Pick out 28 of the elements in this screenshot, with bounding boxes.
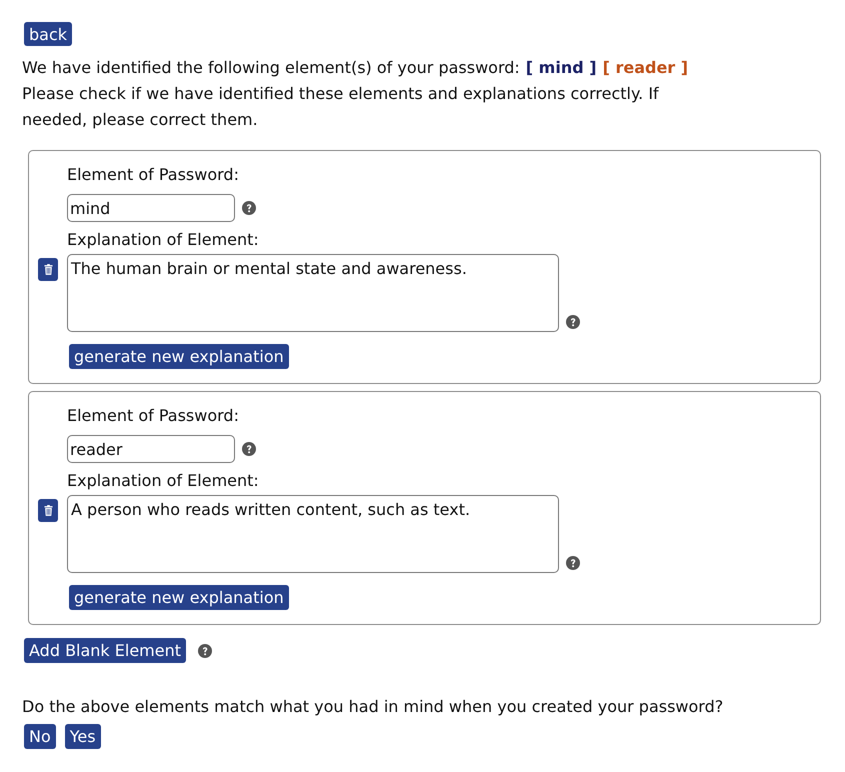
delete-button[interactable]	[38, 258, 58, 281]
explanation-textarea[interactable]: A person who reads written content, such as text.	[67, 495, 559, 573]
instructions-text: Please check if we have identified these elements and explanations correctly. If needed, please correct them.	[22, 83, 660, 131]
trash-icon	[44, 264, 52, 275]
element-label: Element of Password:	[67, 164, 240, 186]
question-text: Do the above elements match what you had in mind when you created your password?	[22, 696, 724, 718]
explanation-label: Explanation of Element:	[67, 470, 260, 492]
element-input[interactable]: reader	[67, 435, 235, 463]
answer-button[interactable]: No	[24, 724, 56, 749]
help-icon[interactable]	[198, 644, 212, 658]
trash-icon	[44, 505, 52, 516]
back-button[interactable]: back	[24, 22, 72, 46]
explanation-label: Explanation of Element:	[67, 229, 260, 251]
help-icon[interactable]	[566, 315, 580, 329]
generate-button[interactable]: generate new explanation	[69, 585, 289, 610]
element-input[interactable]: mind	[67, 194, 235, 222]
element-label: Element of Password:	[67, 405, 240, 427]
delete-button[interactable]	[38, 499, 58, 522]
generate-button[interactable]: generate new explanation	[69, 344, 289, 369]
password-element-tag: [ reader ]	[602, 55, 688, 81]
help-icon[interactable]	[242, 442, 256, 456]
intro-text: We have identified the following element(s) of your password:	[22, 57, 520, 79]
add-element-button[interactable]: Add Blank Element	[24, 638, 186, 663]
password-element-tag: [ mind ]	[526, 55, 597, 81]
help-icon[interactable]	[566, 556, 580, 570]
answer-button[interactable]: Yes	[64, 724, 101, 749]
help-icon[interactable]	[242, 201, 256, 215]
explanation-textarea[interactable]: The human brain or mental state and awareness.	[67, 254, 559, 332]
